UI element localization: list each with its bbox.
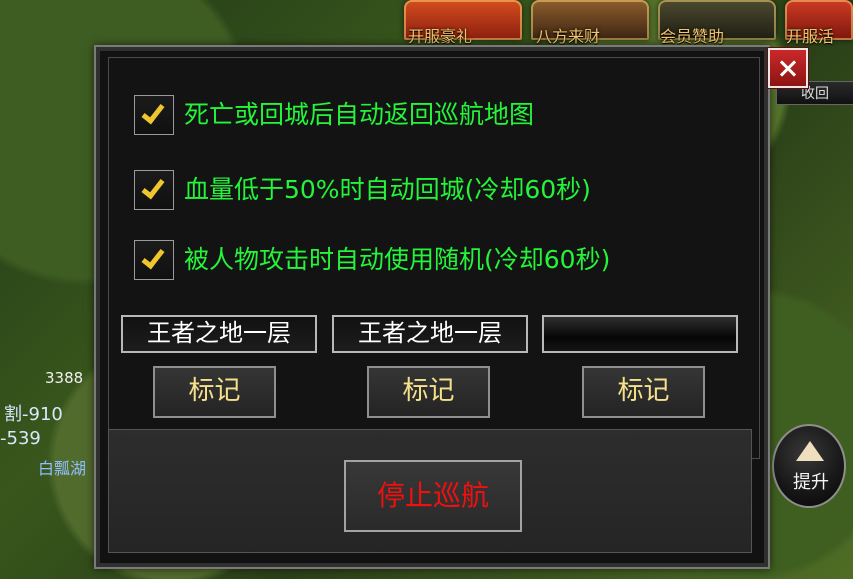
left-hud-location: 白瓢湖 (38, 459, 87, 478)
arrow-up-icon (796, 441, 824, 461)
checkmark-icon (141, 174, 165, 200)
upgrade-label: 提升 (793, 472, 829, 493)
option-label-death-return: 死亡或回城后自动返回巡航地图 (184, 100, 535, 129)
close-icon[interactable] (768, 48, 808, 88)
mark-button-2[interactable]: 标记 (367, 366, 490, 418)
upgrade-button[interactable]: 提升 (772, 424, 846, 508)
stop-cruise-button[interactable]: 停止巡航 (344, 460, 522, 532)
mark-button-3[interactable]: 标记 (582, 366, 705, 418)
option-label-attacked-random: 被人物攻击时自动使用随机(冷却60秒) (184, 245, 611, 274)
left-hud-damage-1: 割-910 (4, 404, 63, 425)
map-slot-1[interactable]: 王者之地一层 (121, 315, 317, 353)
checkbox-death-return[interactable] (134, 95, 174, 135)
top-banner-label-1: 开服豪礼 (408, 27, 473, 46)
checkbox-low-hp-return[interactable] (134, 170, 174, 210)
left-hud-number: 3388 (45, 369, 84, 387)
left-hud-damage-2: -539 (0, 428, 41, 449)
map-slot-2[interactable]: 王者之地一层 (332, 315, 528, 353)
top-banner-label-2: 八方来财 (536, 27, 601, 46)
top-banner-label-3: 会员赞助 (660, 27, 725, 46)
option-row-attacked-random[interactable]: 被人物攻击时自动使用随机(冷却60秒) (134, 240, 709, 282)
checkbox-attacked-random[interactable] (134, 240, 174, 280)
map-slot-3[interactable] (542, 315, 738, 353)
checkmark-icon (141, 244, 165, 270)
mark-button-1[interactable]: 标记 (153, 366, 276, 418)
option-row-death-return[interactable]: 死亡或回城后自动返回巡航地图 (134, 95, 624, 137)
option-row-low-hp-return[interactable]: 血量低于50%时自动回城(冷却60秒) (134, 170, 679, 212)
game-screen: 开服豪礼 八方来财 会员赞助 开服活 3388 割-910 -539 白瓢湖 收… (0, 0, 853, 579)
option-label-low-hp-return: 血量低于50%时自动回城(冷却60秒) (184, 175, 591, 204)
checkmark-icon (141, 99, 165, 125)
top-banner-label-4: 开服活 (786, 27, 835, 46)
